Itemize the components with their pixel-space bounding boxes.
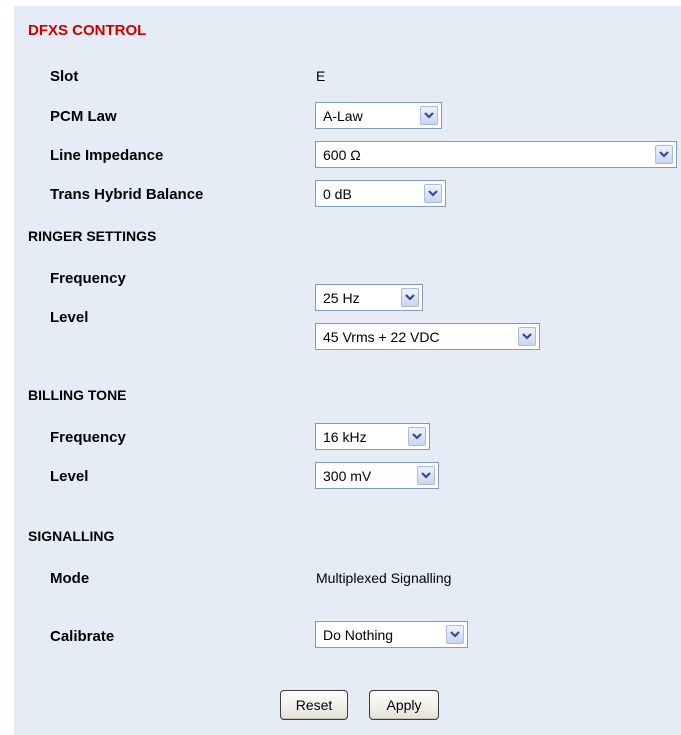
mode-label: Mode — [50, 570, 90, 587]
slot-label: Slot — [50, 68, 79, 85]
ringer-frequency-label: Frequency — [50, 270, 126, 287]
billing-frequency-selected: 16 kHz — [323, 428, 367, 445]
line-impedance-selected: 600 Ω — [323, 146, 361, 163]
billing-level-label: Level — [50, 468, 89, 485]
settings-panel: DFXS CONTROL Slot E PCM Law A-Law Line I… — [14, 6, 681, 735]
billing-level-select[interactable]: 300 mV — [315, 462, 439, 489]
pcm-law-selected: A-Law — [323, 107, 363, 124]
ringer-frequency-select[interactable]: 25 Hz — [315, 284, 423, 311]
line-impedance-label: Line Impedance — [50, 147, 164, 164]
ringer-level-select[interactable]: 45 Vrms + 22 VDC — [315, 323, 540, 350]
calibrate-label: Calibrate — [50, 628, 115, 645]
ringer-heading: RINGER SETTINGS — [28, 228, 157, 244]
chevron-down-icon[interactable] — [417, 466, 435, 485]
billing-frequency-label: Frequency — [50, 429, 126, 446]
page-title: DFXS CONTROL — [28, 22, 147, 39]
mode-value: Multiplexed Signalling — [316, 570, 452, 586]
ringer-frequency-selected: 25 Hz — [323, 289, 360, 306]
chevron-down-icon[interactable] — [408, 427, 426, 446]
trans-hybrid-selected: 0 dB — [323, 185, 352, 202]
line-impedance-select[interactable]: 600 Ω — [315, 141, 677, 168]
chevron-down-icon[interactable] — [424, 184, 442, 203]
ringer-level-selected: 45 Vrms + 22 VDC — [323, 328, 440, 345]
ringer-level-label: Level — [50, 309, 89, 326]
signalling-heading: SIGNALLING — [28, 528, 115, 544]
calibrate-selected: Do Nothing — [323, 626, 394, 643]
reset-button[interactable]: Reset — [280, 690, 348, 720]
trans-hybrid-select[interactable]: 0 dB — [315, 180, 446, 207]
chevron-down-icon[interactable] — [446, 625, 464, 644]
chevron-down-icon[interactable] — [518, 327, 536, 346]
slot-value: E — [316, 68, 326, 84]
chevron-down-icon[interactable] — [401, 288, 419, 307]
chevron-down-icon[interactable] — [420, 106, 438, 125]
billing-level-selected: 300 mV — [323, 467, 372, 484]
chevron-down-icon[interactable] — [655, 145, 673, 164]
apply-button[interactable]: Apply — [369, 690, 439, 720]
billing-heading: BILLING TONE — [28, 387, 127, 403]
pcm-law-select[interactable]: A-Law — [315, 102, 442, 129]
billing-frequency-select[interactable]: 16 kHz — [315, 423, 430, 450]
pcm-law-label: PCM Law — [50, 108, 117, 125]
calibrate-select[interactable]: Do Nothing — [315, 621, 468, 648]
trans-hybrid-label: Trans Hybrid Balance — [50, 186, 204, 203]
